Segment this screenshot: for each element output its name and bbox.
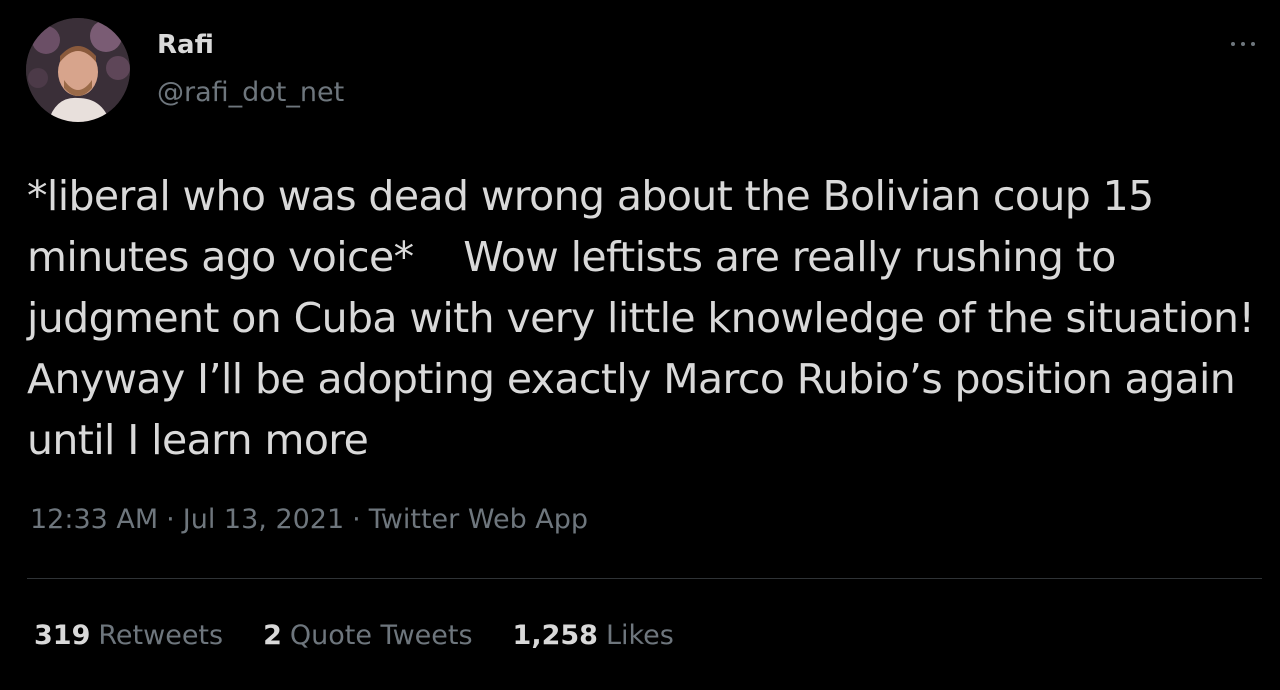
likes-count: 1,258 bbox=[512, 620, 598, 651]
likes-label: Likes bbox=[605, 620, 674, 651]
tweet-stats: 319 Retweets 2 Quote Tweets 1,258 Likes bbox=[34, 620, 674, 651]
retweets-count: 319 bbox=[34, 620, 91, 651]
avatar[interactable] bbox=[26, 18, 130, 122]
more-options-icon[interactable] bbox=[1226, 34, 1260, 54]
quote-tweets-stat[interactable]: 2 Quote Tweets bbox=[263, 620, 472, 651]
tweet-time[interactable]: 12:33 AM bbox=[30, 504, 158, 535]
meta-separator: · bbox=[166, 504, 175, 535]
retweets-label: Retweets bbox=[98, 620, 224, 651]
likes-stat[interactable]: 1,258 Likes bbox=[513, 620, 674, 651]
divider bbox=[27, 578, 1262, 579]
tweet-meta: 12:33 AM · Jul 13, 2021 · Twitter Web App bbox=[30, 504, 588, 535]
meta-separator: · bbox=[352, 504, 361, 535]
quote-tweets-count: 2 bbox=[263, 620, 282, 651]
profile-photo-icon bbox=[26, 18, 130, 122]
author-handle[interactable]: @rafi_dot_net bbox=[157, 77, 344, 108]
tweet-source[interactable]: Twitter Web App bbox=[369, 504, 588, 535]
tweet-text: *liberal who was dead wrong about the Bo… bbox=[27, 172, 1267, 464]
quote-tweets-label: Quote Tweets bbox=[289, 620, 473, 651]
tweet-date[interactable]: Jul 13, 2021 bbox=[183, 504, 344, 535]
author-name[interactable]: Rafi bbox=[157, 30, 214, 60]
tweet-card: Rafi @rafi_dot_net *liberal who was dead… bbox=[0, 0, 1280, 690]
retweets-stat[interactable]: 319 Retweets bbox=[34, 620, 223, 651]
